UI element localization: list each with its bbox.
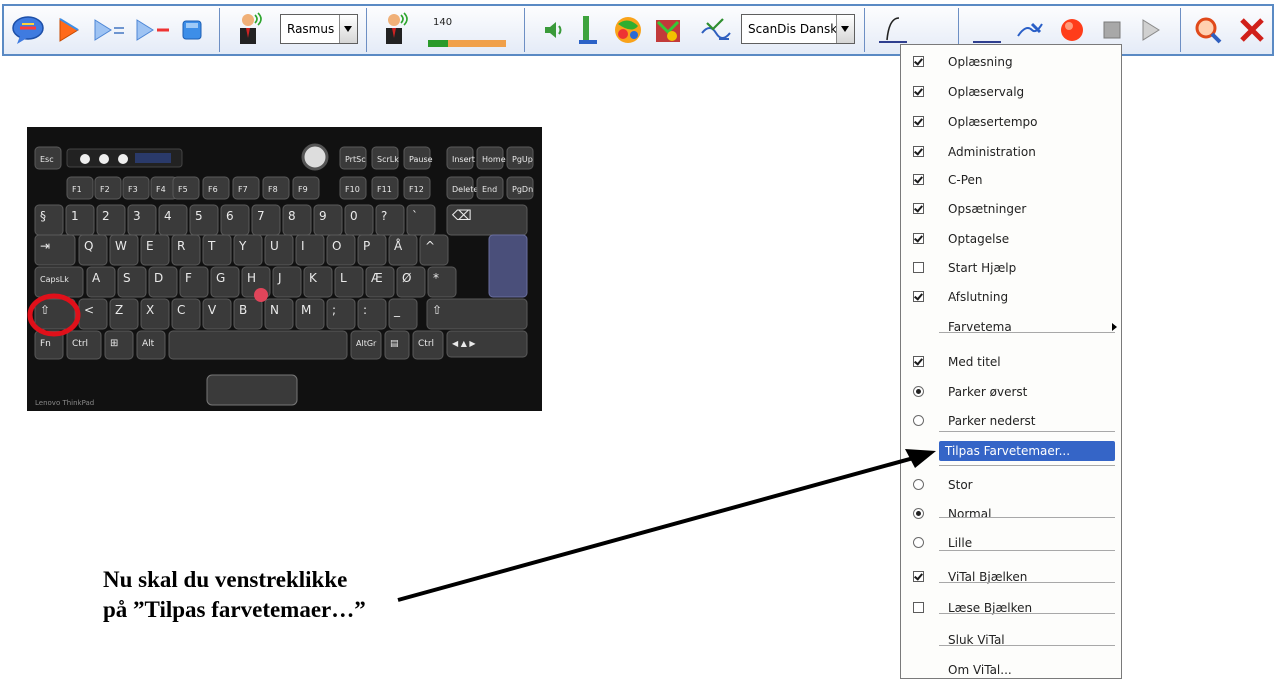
instruction-text: Nu skal du venstreklikke på ”Tilpas farv… <box>103 565 366 625</box>
instruction-line-1: Nu skal du venstreklikke <box>103 567 348 592</box>
instruction-line-2: på ”Tilpas farvetemaer…” <box>103 597 366 622</box>
